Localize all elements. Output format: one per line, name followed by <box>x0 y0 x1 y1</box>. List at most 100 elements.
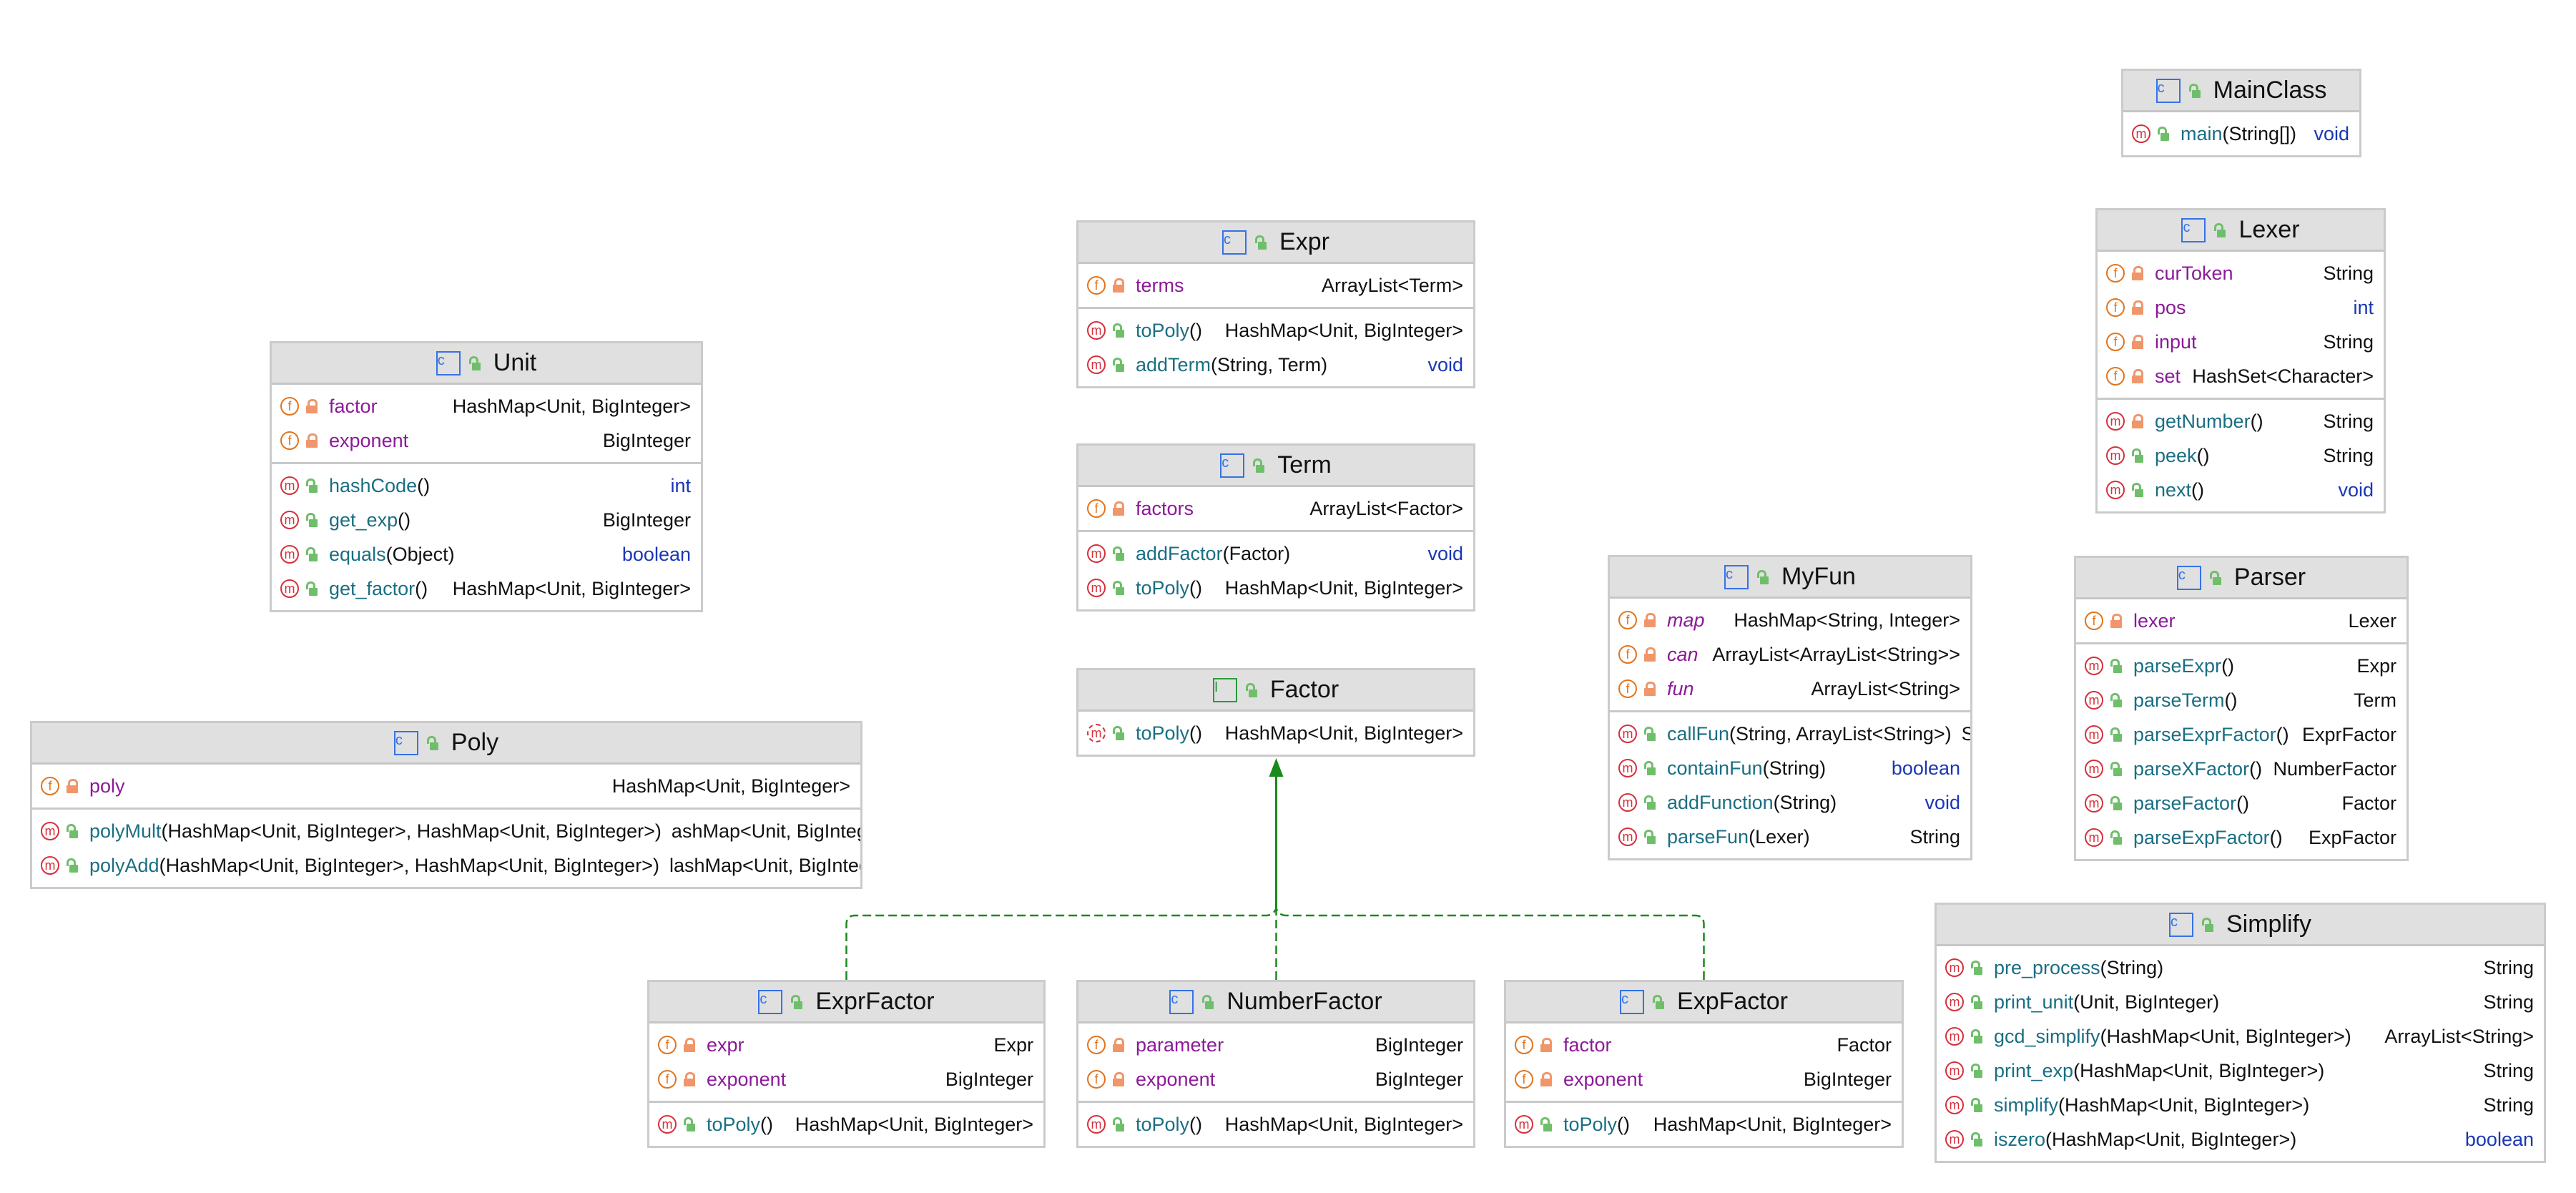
fields-section: f map HashMap<String, Integer> f can ArrayLis… <box>1610 599 1970 712</box>
field-type: Lexer <box>2348 609 2396 632</box>
field-row[interactable]: f pos int <box>2098 290 2384 325</box>
class-header[interactable]: c Poly <box>32 723 860 765</box>
method-row[interactable]: m polyMult (HashMap<Unit, BigInteger>, Has… <box>32 814 860 848</box>
method-row[interactable]: m addFactor (Factor) void <box>1078 536 1473 571</box>
field-row[interactable]: f curToken String <box>2098 256 2384 290</box>
method-row[interactable]: m simplify (HashMap<Unit, BigInteger>) Stri… <box>1937 1088 2544 1122</box>
class-box-term[interactable]: c Term f factors ArrayList<Factor> m addFactor… <box>1076 443 1475 612</box>
method-row[interactable]: m callFun(String, ArrayList<String>) Strin… <box>1610 717 1970 751</box>
field-row[interactable]: f parameter BigInteger <box>1078 1028 1473 1062</box>
class-header[interactable]: c Lexer <box>2098 210 2384 252</box>
field-row[interactable]: f set HashSet<Character> <box>2098 359 2384 393</box>
field-row[interactable]: f exponent BigInteger <box>649 1062 1043 1096</box>
return-type: ashMap<Unit, BigInteger> <box>671 820 860 842</box>
class-box-main-class[interactable]: c MainClass m main (String[]) void <box>2121 69 2361 157</box>
class-box-unit[interactable]: c Unit f factor HashMap<Unit, BigInteger> f ex… <box>270 341 703 612</box>
class-box-number-factor[interactable]: c NumberFactor f parameter BigInteger f expone… <box>1076 980 1475 1148</box>
class-box-expr-factor[interactable]: c ExprFactor f expr Expr f exponent BigInteger m… <box>647 980 1046 1148</box>
method-row[interactable]: m pre_process (String) String <box>1937 951 2544 985</box>
class-box-lexer[interactable]: c Lexer f curToken String f pos int f input String… <box>2095 208 2386 514</box>
class-header[interactable]: c Term <box>1078 446 1473 487</box>
method-icon: m <box>280 545 299 564</box>
method-row[interactable]: m get_factor() HashMap<Unit, BigInteger> <box>272 571 701 606</box>
field-row[interactable]: f expr Expr <box>649 1028 1043 1062</box>
method-row[interactable]: m polyAdd (HashMap<Unit, BigInteger>, Hash… <box>32 848 860 883</box>
method-row[interactable]: m parseTerm() Term <box>2076 683 2407 717</box>
class-box-parser[interactable]: c Parser f lexer Lexer m parseExpr() Expr m parse… <box>2074 556 2409 861</box>
return-type: boolean <box>1891 757 1960 779</box>
method-row[interactable]: m parseExpFactor() ExpFactor <box>2076 820 2407 855</box>
class-box-factor[interactable]: I Factor m toPoly() HashMap<Unit, BigInteger… <box>1076 668 1475 757</box>
field-row[interactable]: f factor HashMap<Unit, BigInteger> <box>272 389 701 423</box>
field-row[interactable]: f exponent BigInteger <box>1506 1062 1902 1096</box>
method-row[interactable]: m getNumber() String <box>2098 404 2384 438</box>
method-row[interactable]: m print_exp (HashMap<Unit, BigInteger>) Str… <box>1937 1054 2544 1088</box>
method-row[interactable]: m addTerm (String, Term) void <box>1078 348 1473 382</box>
method-icon: m <box>1618 828 1637 846</box>
method-row[interactable]: m toPoly() HashMap<Unit, BigInteger> <box>1078 1107 1473 1142</box>
method-row[interactable]: m iszero (HashMap<Unit, BigInteger>) boolea… <box>1937 1122 2544 1157</box>
method-row[interactable]: m toPoly() HashMap<Unit, BigInteger> <box>1506 1107 1902 1142</box>
method-row[interactable]: m next() void <box>2098 473 2384 507</box>
class-header[interactable]: I Factor <box>1078 670 1473 712</box>
field-row[interactable]: f factors ArrayList<Factor> <box>1078 491 1473 526</box>
method-row[interactable]: m gcd_simplify (HashMap<Unit, BigInteger>)… <box>1937 1019 2544 1054</box>
class-header[interactable]: c ExpFactor <box>1506 982 1902 1023</box>
method-row[interactable]: m toPoly() HashMap<Unit, BigInteger> <box>1078 716 1473 750</box>
field-row[interactable]: f exponent BigInteger <box>1078 1062 1473 1096</box>
method-row[interactable]: m addFunction (String) void <box>1610 785 1970 820</box>
class-header[interactable]: c ExprFactor <box>649 982 1043 1023</box>
method-icon: m <box>1618 793 1637 812</box>
field-row[interactable]: f lexer Lexer <box>2076 604 2407 638</box>
class-box-exp-factor[interactable]: c ExpFactor f factor Factor f exponent BigInteg… <box>1504 980 1904 1148</box>
methods-section: m toPoly() HashMap<Unit, BigInteger> <box>649 1103 1043 1146</box>
field-name: fun <box>1667 677 1694 699</box>
class-box-simplify[interactable]: c Simplify m pre_process (String) String m prin… <box>1935 903 2546 1163</box>
return-type: lashMap<Unit, BigInteger> <box>669 854 860 876</box>
field-row[interactable]: f terms ArrayList<Term> <box>1078 268 1473 303</box>
method-row[interactable]: m hashCode() int <box>272 468 701 503</box>
field-row[interactable]: f input String <box>2098 325 2384 359</box>
return-type: Expr <box>2356 654 2396 677</box>
method-row[interactable]: m print_unit (Unit, BigInteger) String <box>1937 985 2544 1019</box>
class-header[interactable]: c Unit <box>272 343 701 385</box>
method-row[interactable]: m get_exp() BigInteger <box>272 503 701 537</box>
unlock-icon <box>1971 1098 1982 1112</box>
method-row[interactable]: m equals (Object) boolean <box>272 537 701 571</box>
field-row[interactable]: f poly HashMap<Unit, BigInteger> <box>32 769 860 803</box>
lock-icon <box>1113 501 1124 516</box>
method-row[interactable]: m parseExprFactor() ExprFactor <box>2076 717 2407 752</box>
method-row[interactable]: m containFun (String) boolean <box>1610 751 1970 785</box>
field-row[interactable]: f factor Factor <box>1506 1028 1902 1062</box>
field-type: HashMap<Unit, BigInteger> <box>611 775 850 797</box>
class-box-poly[interactable]: c Poly f poly HashMap<Unit, BigInteger> m poly… <box>30 721 862 889</box>
class-box-my-fun[interactable]: c MyFun f map HashMap<String, Integer> f can Ar… <box>1608 555 1972 860</box>
field-row[interactable]: f can ArrayList<ArrayList<String>> <box>1610 637 1970 672</box>
method-row[interactable]: m parseFactor() Factor <box>2076 786 2407 820</box>
public-visibility-icon <box>1757 569 1769 584</box>
class-box-expr[interactable]: c Expr f terms ArrayList<Term> m toPoly() HashM… <box>1076 220 1475 388</box>
field-row[interactable]: f map HashMap<String, Integer> <box>1610 603 1970 637</box>
method-row[interactable]: m toPoly() HashMap<Unit, BigInteger> <box>649 1107 1043 1142</box>
method-params: (HashMap<Unit, BigInteger>) <box>2100 1025 2351 1047</box>
public-visibility-icon <box>1253 458 1265 473</box>
field-row[interactable]: f fun ArrayList<String> <box>1610 672 1970 706</box>
method-row[interactable]: m main (String[]) void <box>2123 117 2359 151</box>
method-row[interactable]: m parseXFactor() NumberFactor <box>2076 752 2407 786</box>
class-header[interactable]: c Simplify <box>1937 905 2544 946</box>
method-row[interactable]: m parseExpr() Expr <box>2076 649 2407 683</box>
method-row[interactable]: m parseFun (Lexer) String <box>1610 820 1970 854</box>
method-row[interactable]: m toPoly() HashMap<Unit, BigInteger> <box>1078 571 1473 605</box>
class-header[interactable]: c MyFun <box>1610 557 1970 599</box>
field-icon: f <box>658 1070 677 1089</box>
class-header[interactable]: c MainClass <box>2123 71 2359 112</box>
class-header[interactable]: c NumberFactor <box>1078 982 1473 1023</box>
class-header[interactable]: c Parser <box>2076 558 2407 599</box>
method-name: equals <box>329 543 386 565</box>
class-header[interactable]: c Expr <box>1078 222 1473 264</box>
method-params: (String) <box>2100 956 2164 978</box>
field-name: set <box>2155 365 2181 387</box>
method-row[interactable]: m peek() String <box>2098 438 2384 473</box>
method-row[interactable]: m toPoly() HashMap<Unit, BigInteger> <box>1078 313 1473 348</box>
field-row[interactable]: f exponent BigInteger <box>272 423 701 458</box>
